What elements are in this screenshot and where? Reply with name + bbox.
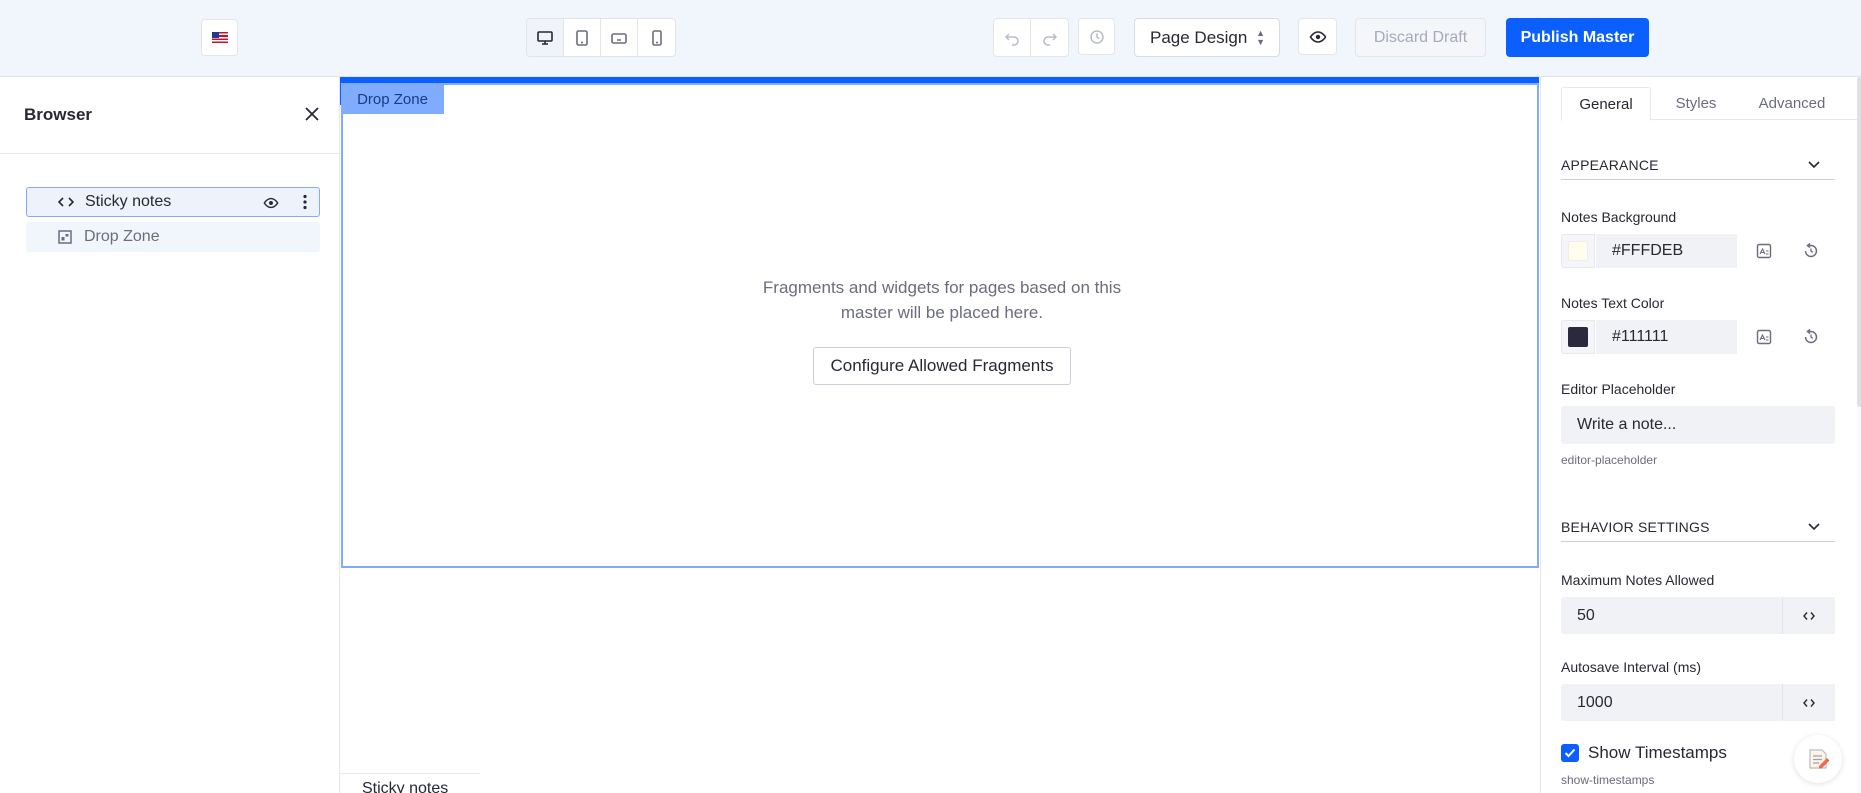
tree-item-label: Drop Zone: [84, 228, 160, 245]
code-icon: [1803, 611, 1815, 620]
code-icon: [57, 196, 75, 208]
max-notes-input[interactable]: 50: [1561, 597, 1782, 634]
eye-icon[interactable]: [263, 195, 279, 216]
color-picker-icon[interactable]: [1753, 240, 1775, 262]
behavior-settings-title: BEHAVIOR SETTINGS: [1561, 518, 1710, 535]
tab-advanced[interactable]: Advanced: [1741, 87, 1843, 120]
fragment-bottom-label: Sticky notes: [340, 773, 480, 793]
max-notes-label: Maximum Notes Allowed: [1561, 572, 1715, 588]
preview-button[interactable]: [1298, 18, 1337, 55]
device-selector: [526, 18, 676, 57]
redo-icon: [1042, 32, 1057, 46]
sticky-note-icon: [1809, 749, 1830, 769]
history-button[interactable]: [1078, 18, 1115, 55]
tree-item-drop-zone[interactable]: Drop Zone: [26, 222, 320, 252]
undo-button[interactable]: [994, 19, 1031, 56]
us-flag-icon: [211, 32, 228, 43]
appearance-section-header[interactable]: APPEARANCE: [1561, 150, 1835, 180]
notes-background-input[interactable]: #FFFDEB: [1596, 234, 1737, 268]
chevron-down-icon: [1807, 157, 1821, 174]
color-picker-icon[interactable]: [1753, 326, 1775, 348]
tablet-icon: [576, 29, 588, 46]
configuration-panel: General Styles Advanced APPEARANCE Notes…: [1540, 77, 1861, 793]
reset-icon[interactable]: [1800, 240, 1822, 262]
configure-allowed-fragments-button[interactable]: Configure Allowed Fragments: [813, 347, 1071, 385]
tree-item-sticky-notes[interactable]: Sticky notes: [26, 187, 320, 217]
color-chip: [1568, 327, 1588, 347]
desktop-device-button[interactable]: [527, 19, 564, 56]
tablet-device-button[interactable]: [564, 19, 601, 56]
portrait-phone-device-button[interactable]: [638, 19, 675, 56]
discard-draft-button[interactable]: Discard Draft: [1355, 18, 1486, 57]
landscape-phone-device-button[interactable]: [601, 19, 638, 56]
mode-select[interactable]: Page Design ▲ ▼: [1134, 18, 1280, 57]
history-icon: [1089, 29, 1104, 44]
code-icon: [1803, 698, 1815, 707]
undo-redo-group: [993, 18, 1069, 57]
autosave-interval-input[interactable]: 1000: [1561, 684, 1782, 721]
landscape-phone-icon: [611, 32, 627, 44]
map-variable-button[interactable]: [1782, 597, 1835, 634]
notes-text-color-label: Notes Text Color: [1561, 295, 1665, 311]
undo-icon: [1004, 32, 1019, 46]
notes-background-label: Notes Background: [1561, 209, 1677, 225]
show-timestamps-help: show-timestamps: [1561, 773, 1655, 787]
top-toolbar: Page Design ▲ ▼ Discard Draft Publish Mas…: [0, 0, 1861, 77]
editor-placeholder-label: Editor Placeholder: [1561, 381, 1676, 397]
notes-text-color-input[interactable]: #111111: [1596, 320, 1737, 354]
panel-scrollbar[interactable]: [1857, 77, 1861, 793]
sort-caret-icon: ▲ ▼: [1256, 28, 1265, 47]
drop-zone-tag: Drop Zone: [341, 85, 444, 114]
drop-zone-message-line-1: Fragments and widgets for pages based on…: [762, 278, 1122, 297]
scrollbar-thumb[interactable]: [1857, 77, 1861, 407]
check-icon: [1564, 748, 1576, 758]
notes-background-swatch[interactable]: [1561, 234, 1595, 268]
redo-button[interactable]: [1031, 19, 1068, 56]
browser-panel: Browser Sticky notes Drop Zone: [0, 77, 340, 793]
map-variable-button[interactable]: [1782, 684, 1835, 721]
page-canvas: otes Fragments and widgets for pages bas…: [340, 77, 1540, 793]
publish-master-button[interactable]: Publish Master: [1506, 18, 1649, 57]
browser-header: Browser: [0, 77, 339, 154]
kebab-menu-icon[interactable]: [303, 194, 307, 215]
show-timestamps-checkbox[interactable]: [1561, 744, 1579, 762]
language-selector-button[interactable]: [201, 19, 238, 56]
reset-icon[interactable]: [1800, 326, 1822, 348]
desktop-icon: [537, 30, 553, 45]
editor-placeholder-help: editor-placeholder: [1561, 453, 1658, 467]
drop-zone[interactable]: Fragments and widgets for pages based on…: [341, 83, 1539, 568]
autosave-interval-label: Autosave Interval (ms): [1561, 659, 1702, 675]
appearance-title: APPEARANCE: [1561, 156, 1659, 173]
drop-zone-icon: [56, 229, 74, 245]
close-icon: [305, 107, 319, 121]
close-browser-button[interactable]: [300, 102, 324, 126]
mode-select-value: Page Design: [1150, 27, 1248, 47]
tab-styles[interactable]: Styles: [1651, 87, 1741, 120]
chevron-down-icon: [1807, 519, 1821, 536]
config-tabs: General Styles Advanced: [1561, 87, 1861, 121]
browser-title: Browser: [24, 105, 93, 124]
eye-icon: [1309, 30, 1326, 43]
show-timestamps-label[interactable]: Show Timestamps: [1588, 743, 1727, 763]
tree-item-label: Sticky notes: [85, 193, 172, 210]
portrait-phone-icon: [651, 29, 662, 46]
notes-widget-button[interactable]: [1794, 735, 1842, 783]
color-chip: [1568, 241, 1588, 261]
editor-placeholder-input[interactable]: Write a note...: [1561, 406, 1835, 444]
drop-zone-message-line-2: master will be placed here.: [840, 303, 1044, 322]
tab-general[interactable]: General: [1561, 87, 1651, 121]
drop-zone-message: Fragments and widgets for pages based on…: [343, 275, 1541, 325]
notes-text-color-swatch[interactable]: [1561, 320, 1595, 354]
behavior-settings-section-header[interactable]: BEHAVIOR SETTINGS: [1561, 512, 1835, 542]
